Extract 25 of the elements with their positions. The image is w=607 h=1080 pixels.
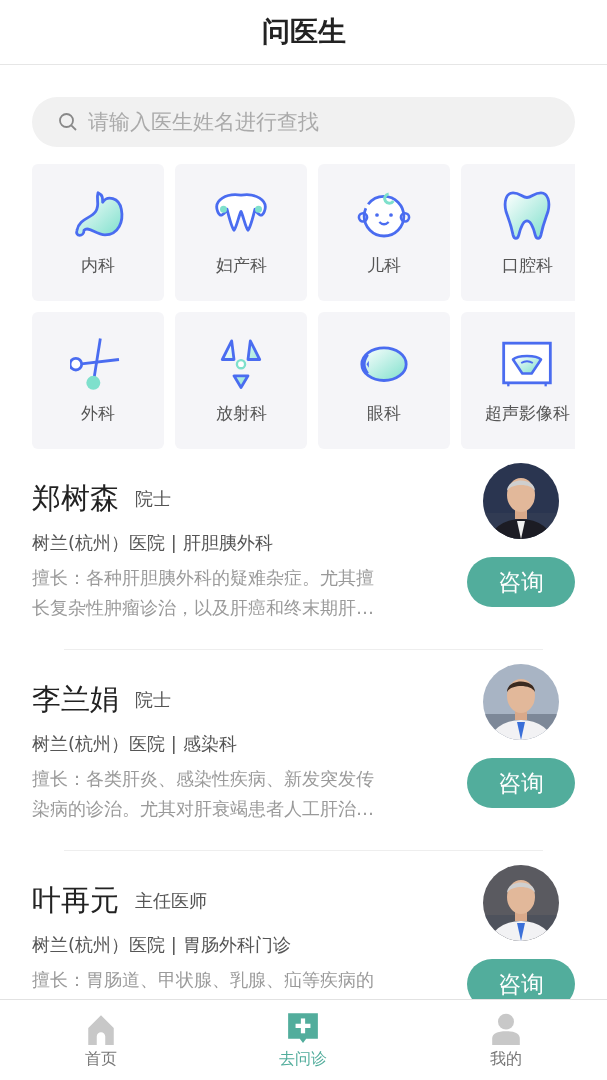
tab-item[interactable]: 首页	[0, 1000, 203, 1080]
department-tile[interactable]: 外科	[32, 312, 164, 449]
hospital-department: 树兰(杭州）医院 | 感染科	[32, 732, 238, 756]
department-tile[interactable]: 内科	[32, 164, 164, 301]
hospital-department: 树兰(杭州）医院 | 肝胆胰外科	[32, 531, 274, 555]
plus-message-icon	[286, 1010, 321, 1045]
doctor-title: 院士	[135, 688, 171, 712]
department-tile[interactable]: 妇产科	[175, 164, 307, 301]
doctor-name: 叶再元	[32, 882, 119, 919]
page-title: 问医生	[261, 14, 346, 50]
doctor-name: 郑树森	[32, 480, 119, 517]
doctor-name: 李兰娟	[32, 681, 119, 718]
search-field[interactable]: 请输入医生姓名进行查找	[32, 97, 575, 147]
department-tile[interactable]: 超声影像科	[461, 312, 575, 449]
expertise-text: 擅长：胃肠道、甲状腺、乳腺、疝等疾病的	[32, 968, 375, 992]
hospital-department: 树兰(杭州）医院 | 胃肠外科门诊	[32, 933, 292, 957]
doctor-title: 院士	[135, 487, 171, 511]
department-tile[interactable]: 儿科	[318, 164, 450, 301]
tab-item[interactable]: 我的	[404, 1000, 607, 1080]
department-tile[interactable]: 眼科	[318, 312, 450, 449]
department-tile[interactable]: 放射科	[175, 312, 307, 449]
expertise-text: 擅长：各种肝胆胰外科的疑难杂症。尤其擅长复杂性肿瘤诊治，以及肝癌和终末期肝…	[32, 566, 375, 620]
expertise-text: 擅长：各类肝炎、感染性疾病、新发突发传染病的诊治。尤其对肝衰竭患者人工肝治…	[32, 767, 375, 821]
department-tile[interactable]: 口腔科	[461, 164, 575, 301]
doctor-title: 主任医师	[135, 889, 207, 913]
